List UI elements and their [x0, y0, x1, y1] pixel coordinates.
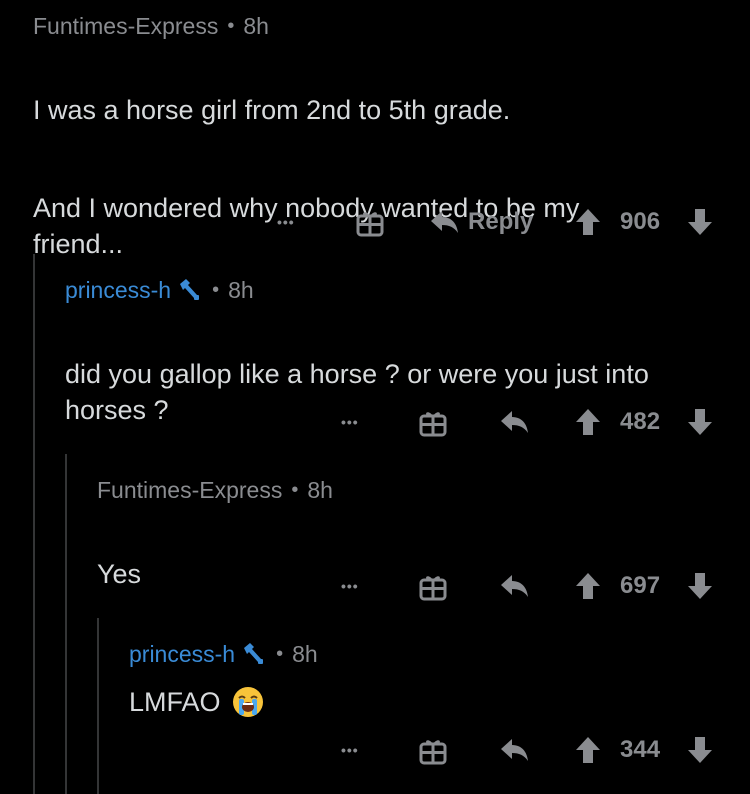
- upvote-button[interactable]: [575, 566, 601, 606]
- comment-actions: ••• 697: [0, 566, 750, 606]
- score-value: 906: [620, 208, 661, 235]
- gift-icon: [419, 740, 447, 765]
- more-options-button[interactable]: •••: [277, 202, 295, 242]
- reply-button[interactable]: Reply: [430, 202, 533, 242]
- separator-dot: •: [276, 642, 284, 665]
- separator-dot: •: [227, 14, 235, 37]
- upvote-arrow-icon: [576, 737, 600, 763]
- upvote-button[interactable]: [575, 202, 601, 242]
- comment-age: 8h: [307, 476, 333, 503]
- award-button[interactable]: [355, 202, 385, 242]
- more-options-icon: •••: [277, 214, 295, 230]
- upvote-arrow-icon: [576, 209, 600, 235]
- gift-icon: [356, 212, 384, 237]
- thread-line-1[interactable]: [33, 254, 35, 794]
- downvote-arrow-icon: [688, 409, 712, 435]
- comment-actions: ••• 344: [0, 730, 750, 770]
- comment-paragraph: LMFAO: [129, 687, 221, 717]
- author-name[interactable]: princess-h: [65, 277, 171, 304]
- upvote-button[interactable]: [575, 730, 601, 770]
- downvote-button[interactable]: [687, 730, 713, 770]
- comment-age: 8h: [228, 276, 254, 303]
- comment-meta: Funtimes-Express • 8h: [97, 472, 717, 508]
- more-options-button[interactable]: •••: [341, 402, 359, 442]
- comment-age: 8h: [243, 12, 269, 39]
- reply-button[interactable]: [500, 566, 530, 606]
- upvote-arrow-icon: [576, 409, 600, 435]
- reply-arrow-icon: [501, 575, 528, 597]
- comment-actions: ••• 482: [0, 402, 750, 442]
- award-button[interactable]: [418, 730, 448, 770]
- comment-actions: ••• Reply 906: [0, 202, 750, 242]
- gift-icon: [419, 412, 447, 437]
- comment-body: did you gallop like a horse ? or were yo…: [65, 320, 685, 464]
- score: 344: [620, 730, 660, 770]
- score: 697: [620, 566, 660, 606]
- downvote-button[interactable]: [687, 202, 713, 242]
- upvote-button[interactable]: [575, 402, 601, 442]
- more-options-icon: •••: [341, 414, 359, 430]
- author-name[interactable]: Funtimes-Express: [97, 477, 282, 504]
- more-options-icon: •••: [341, 578, 359, 594]
- score: 906: [620, 202, 660, 242]
- separator-dot: •: [212, 278, 220, 301]
- score-value: 344: [620, 736, 661, 763]
- reply-arrow-icon: [431, 211, 458, 233]
- upvote-arrow-icon: [576, 573, 600, 599]
- downvote-arrow-icon: [688, 209, 712, 235]
- reply-button[interactable]: [500, 402, 530, 442]
- score-value: 697: [620, 572, 661, 599]
- downvote-arrow-icon: [688, 573, 712, 599]
- comment: princess-h • 8h LMFAO: [129, 636, 719, 720]
- mod-wrench-icon: [180, 279, 200, 300]
- award-button[interactable]: [418, 566, 448, 606]
- author-name[interactable]: Funtimes-Express: [33, 13, 218, 40]
- score: 482: [620, 402, 660, 442]
- comment-body: LMFAO: [129, 684, 719, 720]
- loudly-crying-face-emoji: [232, 687, 263, 717]
- score-value: 482: [620, 408, 661, 435]
- more-options-button[interactable]: •••: [341, 566, 359, 606]
- more-options-button[interactable]: •••: [341, 730, 359, 770]
- downvote-arrow-icon: [688, 737, 712, 763]
- gift-icon: [419, 576, 447, 601]
- comment-paragraph: I was a horse girl from 2nd to 5th grade…: [33, 95, 511, 125]
- downvote-button[interactable]: [687, 402, 713, 442]
- comment: Funtimes-Express • 8h I was a horse girl…: [33, 8, 733, 298]
- downvote-button[interactable]: [687, 566, 713, 606]
- reply-label: Reply: [468, 208, 534, 235]
- author-name[interactable]: princess-h: [129, 641, 235, 668]
- reply-arrow-icon: [501, 411, 528, 433]
- more-options-icon: •••: [341, 742, 359, 758]
- reply-button[interactable]: [500, 730, 530, 770]
- mod-wrench-icon: [244, 643, 264, 664]
- comment-body: I was a horse girl from 2nd to 5th grade…: [33, 56, 733, 298]
- comment-meta: Funtimes-Express • 8h: [33, 8, 733, 44]
- reply-arrow-icon: [501, 739, 528, 761]
- comment-age: 8h: [292, 640, 318, 667]
- comment-meta: princess-h • 8h: [129, 636, 719, 672]
- award-button[interactable]: [418, 402, 448, 442]
- comment-meta: princess-h • 8h: [65, 272, 725, 308]
- separator-dot: •: [291, 478, 299, 501]
